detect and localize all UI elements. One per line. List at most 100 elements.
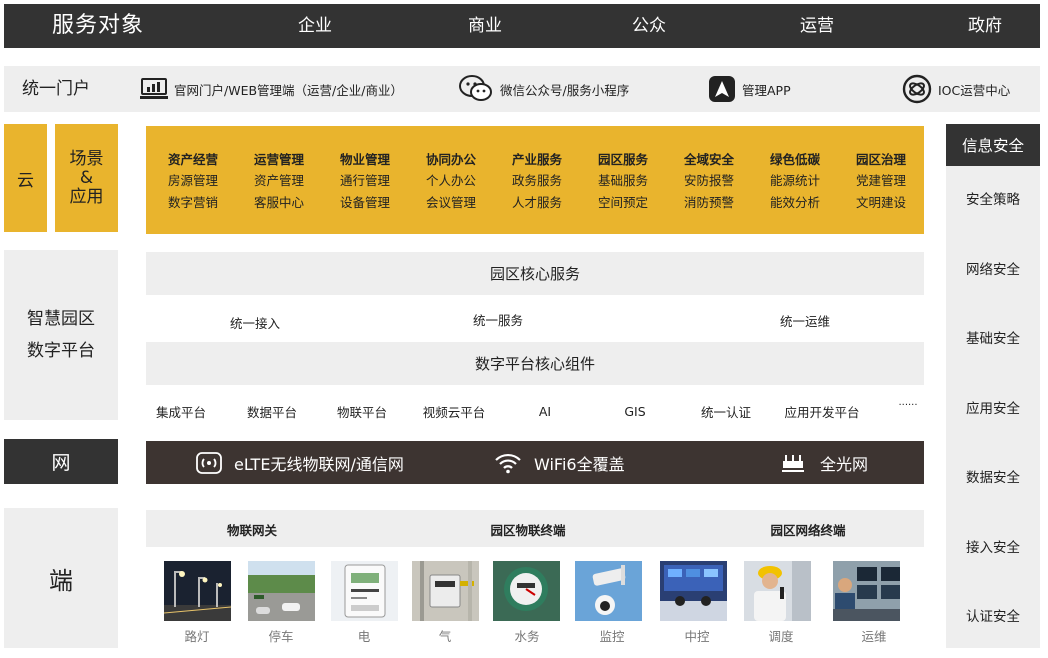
category-title: 运营管理 [253, 152, 304, 167]
core-services-header: 园区核心服务 [146, 252, 924, 295]
photo-electric-meter [331, 561, 398, 621]
photo-gas-meter [412, 561, 479, 621]
component-video-cloud: 视频云平台 [422, 405, 486, 420]
network-item-elte-label: eLTE无线物联网/通信网 [234, 454, 404, 474]
photo-label-parking: 停车 [268, 629, 294, 644]
category-title: 协同办公 [425, 152, 476, 167]
portal-item-wechat: 微信公众号/服务小程序 [458, 66, 629, 112]
category-title: 资产经营 [167, 152, 218, 167]
terminal-header-iot: 园区物联终端 [490, 523, 566, 538]
photo-label-dispatch: 调度 [768, 629, 794, 644]
category-title: 园区治理 [855, 152, 906, 167]
category-item: 通行管理 [339, 173, 390, 188]
category-item: 基础服务 [597, 173, 648, 188]
photo-street-light [164, 561, 231, 621]
unified-portal-bar: 统一门户 官网门户/WEB管理端（运营/企业/商业） 微信公众号/服务小程序 管… [4, 66, 1040, 112]
category-property: 物业管理 通行管理 设备管理 [322, 126, 408, 214]
portal-item-app: 管理APP [708, 66, 791, 112]
portal-item-web-label: 官网门户/WEB管理端（运营/企业/商业） [174, 82, 403, 98]
component-auth: 统一认证 [700, 405, 752, 420]
portal-item-ioc: IOC运营中心 [902, 66, 1010, 112]
component-more: ······ [898, 400, 918, 411]
category-item: 消防预警 [683, 195, 734, 210]
category-title: 绿色低碳 [769, 152, 820, 167]
category-item: 文明建设 [855, 195, 906, 210]
cloud-label: 云 [4, 124, 47, 232]
wifi-icon [495, 453, 521, 473]
category-title: 产业服务 [511, 152, 562, 167]
scene-app-label: 场景 & 应用 [55, 124, 118, 232]
category-office: 协同办公 个人办公 会议管理 [408, 126, 494, 214]
category-green: 绿色低碳 能源统计 能效分析 [752, 126, 838, 214]
photo-label-electric: 电 [357, 629, 371, 644]
security-title-text: 信息安全 [961, 137, 1024, 155]
photo-label-water: 水务 [514, 629, 540, 644]
portal-item-app-label: 管理APP [742, 82, 791, 98]
component-app-dev: 应用开发平台 [784, 405, 860, 420]
network-item-wifi-label: WiFi6全覆盖 [534, 454, 625, 474]
core-service-access: 统一接入 [229, 316, 281, 331]
category-item: 数字营销 [167, 195, 218, 210]
monitor-chart-icon [140, 78, 168, 99]
network-item-optical-label: 全光网 [820, 454, 869, 474]
photo-label-control: 中控 [684, 629, 710, 644]
security-item-policy: 安全策略 [966, 192, 1020, 208]
app-logo-icon [709, 76, 735, 102]
network-item-wifi: WiFi6全覆盖 [494, 441, 625, 484]
photo-dispatch-worker [744, 561, 811, 621]
wechat-icon [459, 75, 492, 101]
component-data: 数据平台 [246, 405, 298, 420]
photo-label-gas: 气 [438, 629, 452, 644]
portal-item-web: 官网门户/WEB管理端（运营/企业/商业） [140, 66, 403, 112]
terminal-header-gateway: 物联网关 [226, 523, 278, 538]
core-components-title: 数字平台核心组件 [474, 355, 595, 373]
terminal-label: 端 [4, 508, 118, 648]
category-item: 安防报警 [683, 173, 734, 188]
digital-platform-label: 智慧园区 数字平台 [4, 250, 118, 420]
category-item: 客服中心 [253, 195, 304, 210]
category-item: 会议管理 [425, 195, 476, 210]
ioc-circle-icon [902, 74, 932, 104]
photo-label-monitor: 监控 [599, 629, 625, 644]
security-item-application: 应用安全 [966, 401, 1020, 417]
category-item: 人才服务 [511, 195, 562, 210]
core-service-maintenance: 统一运维 [779, 314, 831, 329]
service-target-bar: 服务对象 企业 商业 公众 运营 政府 [4, 4, 1040, 48]
photo-operation-staff [833, 561, 900, 621]
photo-cctv-camera [575, 561, 642, 621]
security-item-data: 数据安全 [966, 470, 1020, 486]
category-item: 个人办公 [425, 173, 476, 188]
network-label: 网 [4, 439, 118, 484]
core-services-title: 园区核心服务 [489, 265, 580, 283]
photo-label-maintenance: 运维 [861, 629, 887, 644]
scene-label-line2: & [79, 167, 94, 188]
category-item: 空间预定 [597, 195, 648, 210]
scene-label-line3: 应用 [69, 186, 104, 207]
unified-portal-label: 统一门户 [22, 79, 90, 99]
category-item: 资产管理 [253, 173, 304, 188]
terminal-label-text: 端 [49, 566, 73, 595]
target-enterprise: 企业 [298, 16, 332, 36]
network-item-optical: 全光网 [780, 441, 868, 484]
service-target-title: 服务对象 [52, 13, 145, 38]
terminal-header-network: 园区网络终端 [770, 523, 846, 538]
digital-platform-label-line2: 数字平台 [27, 341, 95, 361]
target-commerce: 商业 [468, 16, 502, 36]
component-gis: GIS [624, 404, 646, 419]
network-item-elte: eLTE无线物联网/通信网 [196, 441, 404, 484]
component-ai: AI [538, 404, 552, 419]
target-government: 政府 [968, 16, 1002, 36]
category-title: 物业管理 [339, 152, 390, 167]
category-item: 房源管理 [167, 173, 218, 188]
terminal-header-bar: 物联网关 园区物联终端 园区网络终端 [146, 510, 924, 547]
security-item-network: 网络安全 [966, 262, 1020, 278]
portal-item-wechat-label: 微信公众号/服务小程序 [500, 82, 630, 98]
wireless-signal-icon [196, 451, 222, 474]
digital-platform-label-line1: 智慧园区 [27, 309, 95, 329]
category-item: 能源统计 [769, 173, 820, 188]
category-industry: 产业服务 政务服务 人才服务 [494, 126, 580, 214]
category-item: 能效分析 [769, 195, 820, 210]
category-item: 政务服务 [511, 173, 562, 188]
photo-water-meter [493, 561, 560, 621]
network-bar: eLTE无线物联网/通信网 WiFi6全覆盖 全光网 [146, 441, 924, 484]
